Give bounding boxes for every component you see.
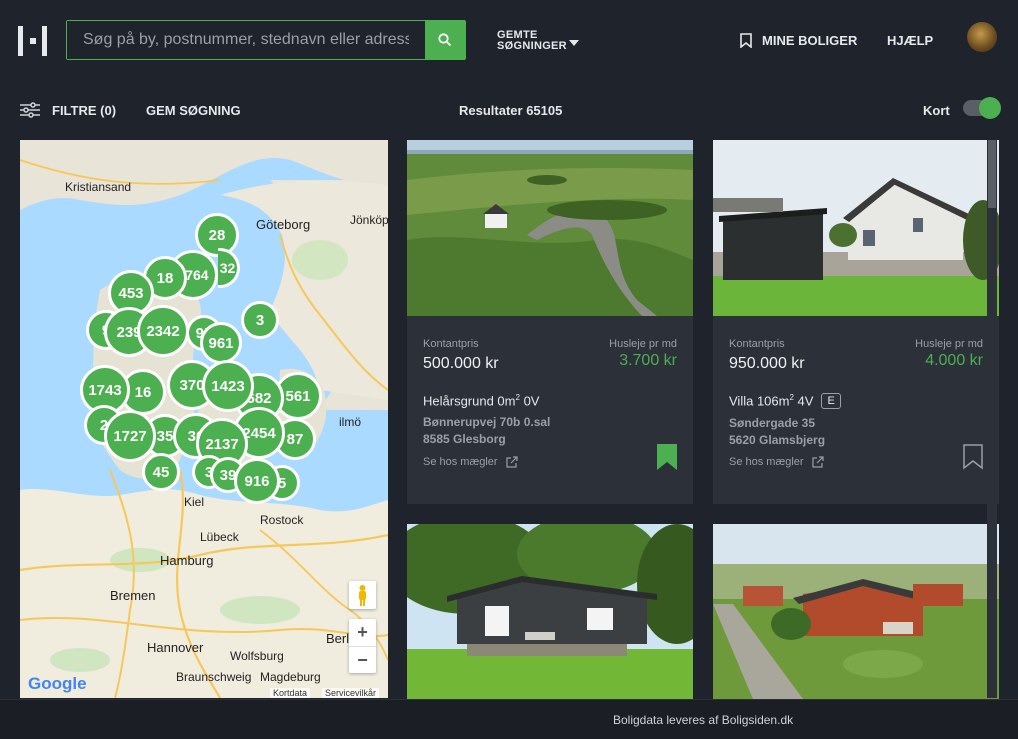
zoom-out-button[interactable]: − (349, 646, 376, 673)
listing-photo[interactable] (713, 524, 999, 699)
map-label: Wolfsburg (230, 649, 284, 663)
results-scrollbar[interactable] (987, 140, 997, 698)
avatar[interactable] (967, 22, 997, 52)
my-homes-link[interactable]: MINE BOLIGER (740, 33, 857, 48)
map-cluster[interactable]: 3 (241, 301, 279, 339)
rent: 3.700 kr (619, 352, 677, 369)
bookmark-icon (740, 33, 752, 48)
map-data-link[interactable]: Kortdata (270, 688, 311, 698)
rent: 4.000 kr (925, 352, 983, 369)
my-homes-label: MINE BOLIGER (762, 33, 858, 48)
pegman-icon (359, 585, 366, 606)
zoom-controls: + − (349, 619, 376, 673)
map-label: Kristiansand (65, 180, 132, 194)
search-icon (438, 33, 452, 47)
map-label: Lübeck (200, 530, 239, 544)
map-cluster[interactable]: 45 (142, 453, 180, 491)
chevron-down-icon (569, 40, 579, 46)
external-link-icon (505, 456, 518, 468)
external-link-icon (811, 456, 824, 468)
property-type: Villa 106m2 4V E (729, 393, 983, 409)
zoom-in-button[interactable]: + (349, 619, 376, 646)
rent-label: Husleje pr md (915, 338, 983, 350)
footer-credit: Boligdata leveres af Boligsiden.dk (613, 713, 794, 727)
map-cluster[interactable]: 1423 (202, 360, 254, 412)
map-label: Rostock (260, 513, 304, 527)
saved-searches-menu[interactable]: GEMTE SØGNINGER (497, 30, 579, 52)
sliders-icon (20, 102, 40, 118)
broker-link[interactable]: Se hos mægler (729, 456, 824, 468)
google-logo: Google (28, 674, 87, 693)
logo[interactable] (18, 26, 48, 56)
broker-link[interactable]: Se hos mægler (423, 456, 518, 468)
map-cluster[interactable]: 916 (234, 458, 280, 504)
help-link[interactable]: HJÆLP (887, 33, 933, 48)
rent-label: Husleje pr md (609, 338, 677, 350)
map[interactable]: Kristiansand Göteborg Jönköp Kiel Rostoc… (20, 140, 388, 698)
map-terms-link[interactable]: Servicevilkår (322, 688, 380, 698)
map-label: Kiel (184, 495, 205, 509)
energy-label-badge: E (821, 393, 841, 409)
footer: Boligdata leveres af Boligsiden.dk (0, 699, 1018, 739)
map-label: Hannover (147, 640, 204, 655)
listing-photo[interactable] (713, 140, 999, 316)
bookmark-button[interactable] (963, 444, 983, 475)
map-label: Göteborg (256, 217, 311, 232)
top-bar: GEMTE SØGNINGER MINE BOLIGER HJÆLP (0, 0, 1018, 82)
map-label: Jönköp (350, 213, 388, 227)
scrollbar-thumb[interactable] (988, 140, 996, 208)
search-box (66, 20, 466, 60)
city: 8585 Glesborg (423, 432, 506, 447)
map-toggle-label: Kort (923, 103, 950, 118)
city: 5620 Glamsbjerg (729, 433, 826, 447)
map-label: ilmö (339, 415, 362, 429)
listing-photo[interactable] (407, 140, 693, 316)
save-search-button[interactable]: GEM SØGNING (146, 103, 241, 118)
map-cluster[interactable]: 28 (195, 213, 239, 257)
listing-card[interactable]: Kontantpris 950.000 kr Husleje pr md 4.0… (713, 140, 999, 504)
bookmark-filled-icon (657, 444, 677, 470)
street: Bønnerupvej 70b 0.sal (423, 415, 551, 430)
bookmark-outline-icon (963, 444, 983, 470)
address: Søndergade 35 5620 Glamsbjerg (729, 415, 983, 449)
search-input[interactable] (67, 21, 425, 59)
map-label: Braunschweig (176, 670, 252, 684)
search-button[interactable] (425, 21, 465, 59)
map-cluster[interactable]: 1727 (104, 410, 156, 462)
listing-photo[interactable] (407, 524, 693, 699)
address: Bønnerupvej 70b 0.sal 8585 Glesborg (423, 414, 677, 448)
map-label: Hamburg (160, 553, 214, 568)
map-label: Magdeburg (260, 670, 321, 684)
saved-searches-label-2: SØGNINGER (497, 40, 567, 52)
listing-card[interactable] (407, 524, 693, 699)
street-view-pegman[interactable] (349, 581, 376, 609)
map-label: Berl (326, 631, 350, 646)
map-label: Bremen (110, 588, 156, 603)
filter-label: FILTRE (0) (52, 102, 117, 118)
listing-card[interactable] (713, 524, 999, 699)
property-type: Helårsgrund 0m2 0V (423, 393, 540, 409)
filter-bar: FILTRE (0) GEM SØGNING Resultater 65105 … (0, 96, 1018, 126)
results-count: Resultater 65105 (459, 103, 563, 118)
map-cluster[interactable]: 961 (200, 322, 242, 364)
street: Søndergade 35 (729, 416, 816, 430)
map-cluster[interactable]: 2342 (137, 305, 189, 357)
listing-card[interactable]: Kontantpris 500.000 kr Husleje pr md 3.7… (407, 140, 693, 504)
filter-button[interactable]: FILTRE (0) (20, 102, 116, 118)
bookmark-button[interactable] (657, 444, 677, 475)
map-toggle[interactable] (963, 97, 1001, 119)
